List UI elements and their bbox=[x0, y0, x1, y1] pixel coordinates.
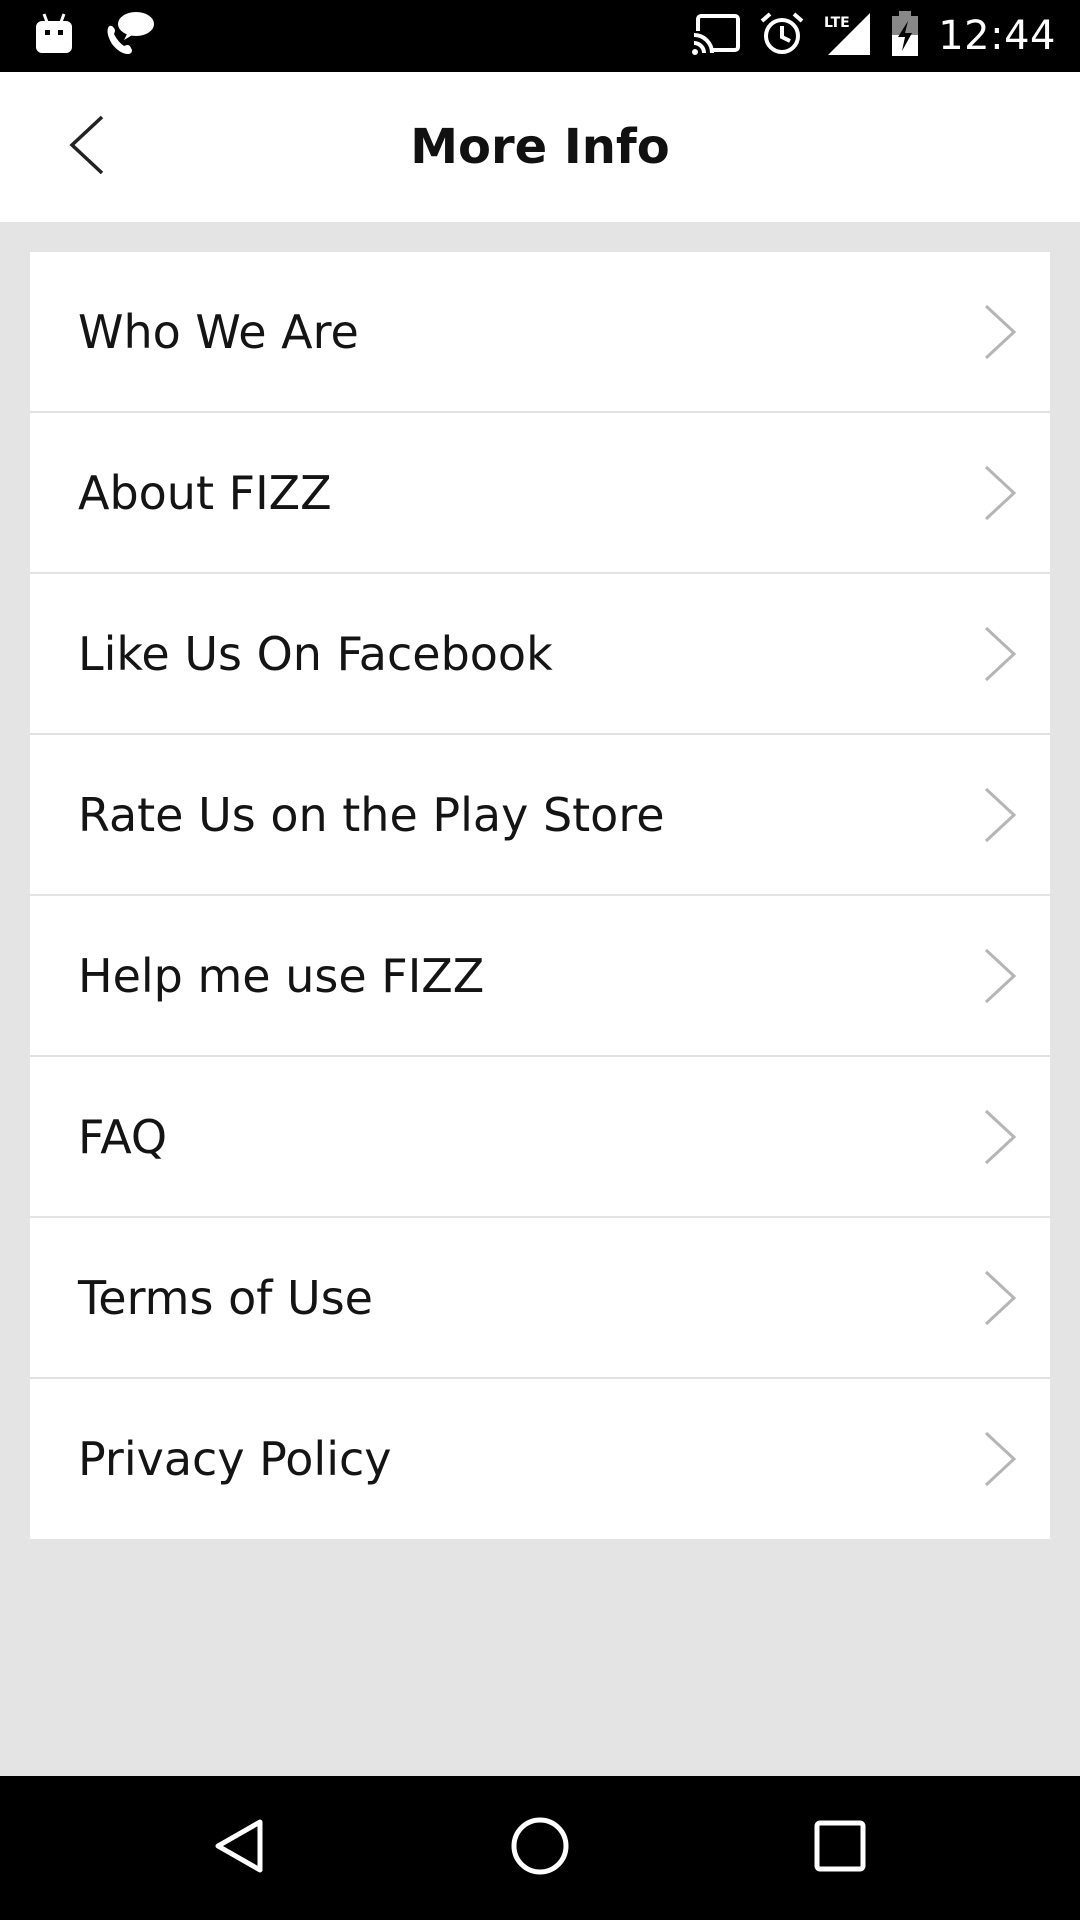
menu-item-rate-us[interactable]: Rate Us on the Play Store bbox=[30, 735, 1050, 896]
nav-back-button[interactable] bbox=[160, 1776, 320, 1920]
menu-item-help-me-use-fizz[interactable]: Help me use FIZZ bbox=[30, 896, 1050, 1057]
android-icon bbox=[34, 12, 74, 60]
voice-chat-icon bbox=[102, 10, 156, 62]
menu-item-label: Help me use FIZZ bbox=[78, 948, 485, 1003]
menu-item-label: About FIZZ bbox=[78, 465, 332, 520]
menu-item-label: Rate Us on the Play Store bbox=[78, 787, 665, 842]
system-nav-bar bbox=[0, 1776, 1080, 1920]
app-bar: More Info bbox=[0, 72, 1080, 222]
page-title: More Info bbox=[410, 119, 670, 175]
chevron-right-icon bbox=[984, 1270, 1017, 1325]
nav-home-button[interactable] bbox=[460, 1776, 620, 1920]
menu-item-label: FAQ bbox=[78, 1109, 168, 1164]
status-time: 12:44 bbox=[938, 13, 1056, 59]
battery-charging-icon bbox=[890, 11, 920, 61]
status-left-icons bbox=[34, 10, 156, 62]
chevron-right-icon bbox=[984, 787, 1017, 842]
chevron-right-icon bbox=[984, 465, 1017, 520]
home-circle-icon bbox=[509, 1815, 571, 1881]
menu-item-label: Who We Are bbox=[78, 304, 359, 359]
menu-item-about-fizz[interactable]: About FIZZ bbox=[30, 413, 1050, 574]
nav-recents-button[interactable] bbox=[760, 1776, 920, 1920]
cast-icon bbox=[692, 13, 742, 59]
chevron-right-icon bbox=[984, 626, 1017, 681]
menu-item-label: Terms of Use bbox=[78, 1270, 373, 1325]
back-triangle-icon bbox=[210, 1816, 270, 1880]
chevron-right-icon bbox=[984, 304, 1017, 359]
menu-item-like-us-on-facebook[interactable]: Like Us On Facebook bbox=[30, 574, 1050, 735]
menu-item-privacy-policy[interactable]: Privacy Policy bbox=[30, 1379, 1050, 1539]
status-right-icons: LTE 12:44 bbox=[692, 8, 1056, 64]
menu-item-label: Privacy Policy bbox=[78, 1432, 392, 1486]
chevron-right-icon bbox=[984, 1109, 1017, 1164]
status-bar: LTE 12:44 bbox=[0, 0, 1080, 72]
menu-item-terms-of-use[interactable]: Terms of Use bbox=[30, 1218, 1050, 1379]
chevron-right-icon bbox=[984, 1431, 1017, 1487]
lte-signal-icon: LTE bbox=[822, 11, 872, 61]
menu-list: Who We Are About FIZZ Like Us On Faceboo… bbox=[30, 252, 1050, 1539]
chevron-right-icon bbox=[984, 948, 1017, 1003]
svg-text:LTE: LTE bbox=[824, 15, 850, 31]
recents-square-icon bbox=[812, 1818, 868, 1878]
menu-item-who-we-are[interactable]: Who We Are bbox=[30, 252, 1050, 413]
menu-item-faq[interactable]: FAQ bbox=[30, 1057, 1050, 1218]
alarm-icon bbox=[760, 11, 804, 61]
menu-item-label: Like Us On Facebook bbox=[78, 626, 553, 681]
